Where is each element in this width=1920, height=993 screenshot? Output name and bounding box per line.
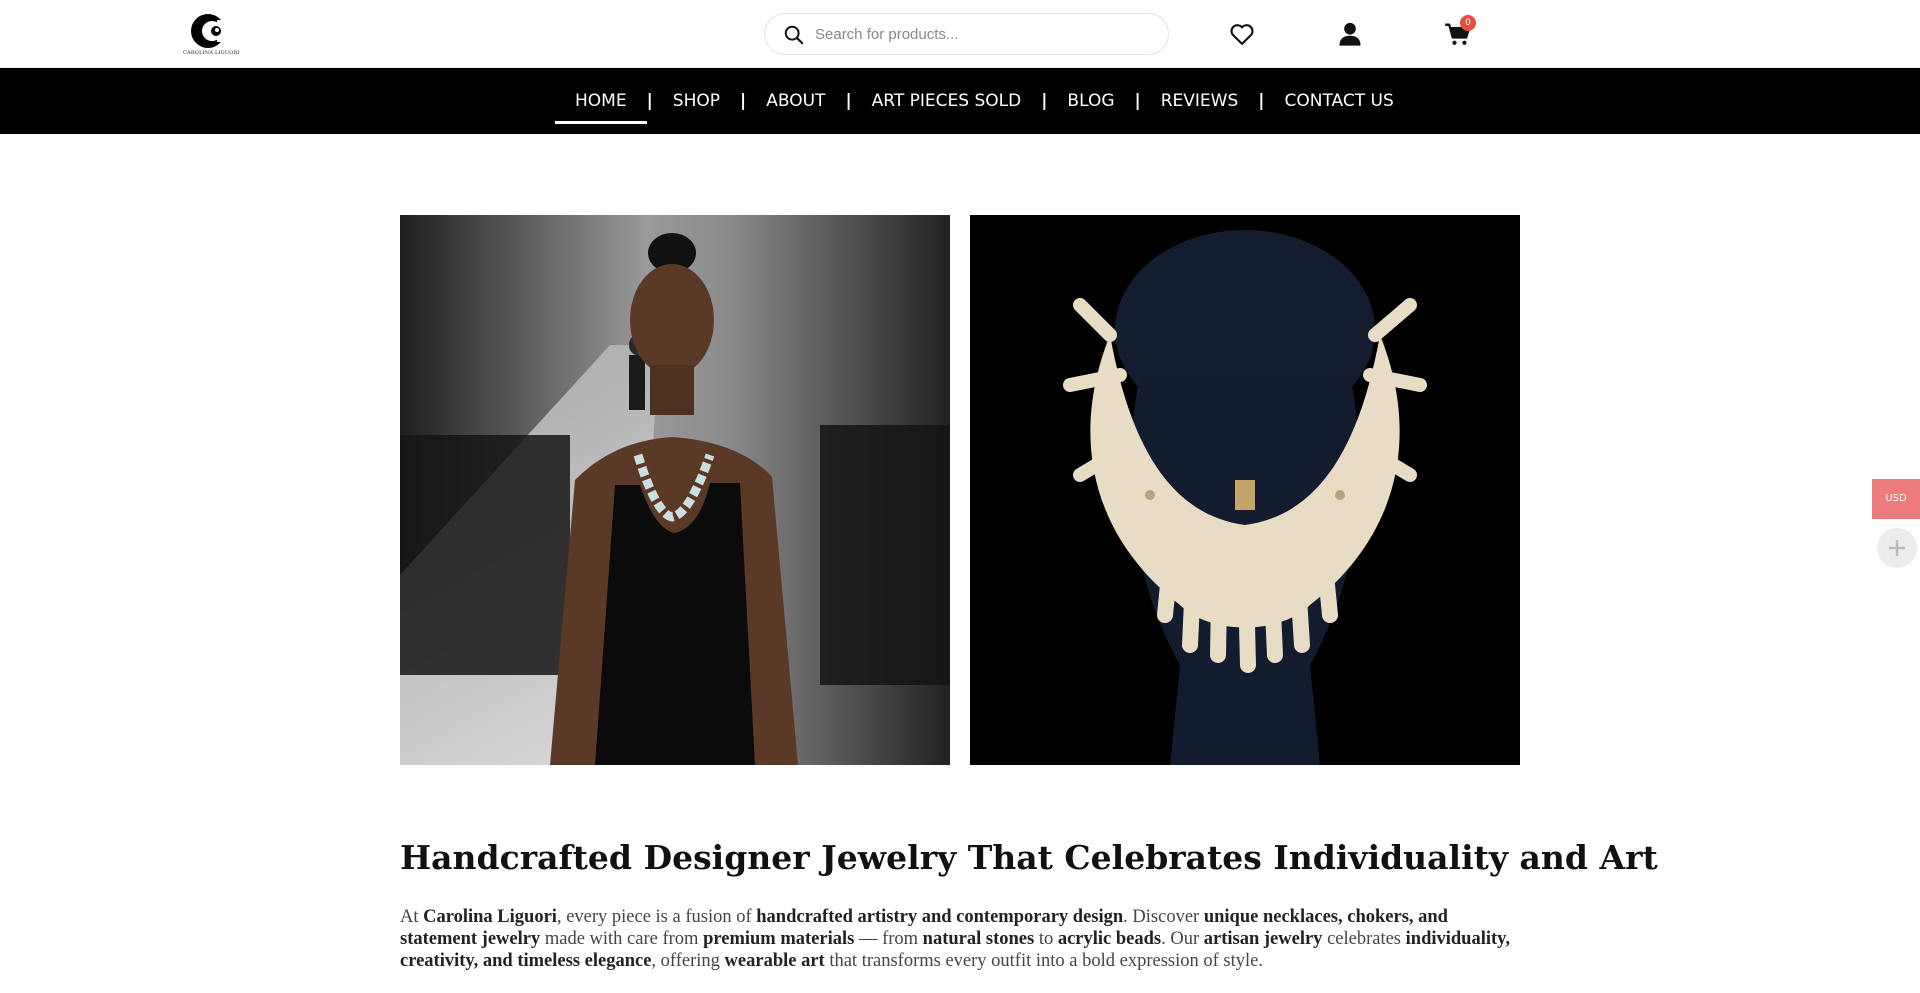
intro-bold: wearable art	[724, 951, 825, 971]
intro-text: , offering	[651, 951, 725, 971]
intro-bold: handcrafted artistry and contemporary de…	[756, 907, 1124, 927]
nav-item-shop[interactable]: SHOP	[653, 68, 740, 134]
heart-icon[interactable]	[1228, 20, 1256, 48]
intro-text: that transforms every outfit into a bold…	[824, 951, 1263, 971]
coral-necklace-image	[970, 215, 1520, 765]
logo-text: CAROLINA LIGUORI	[183, 50, 240, 56]
runway-model-image	[400, 215, 950, 765]
plus-icon	[1888, 539, 1906, 557]
brand-name-link: Carolina Liguori	[423, 907, 557, 927]
logo-mark-icon	[191, 14, 233, 48]
nav-item-reviews[interactable]: REVIEWS	[1141, 68, 1259, 134]
cart-count-badge: 0	[1460, 15, 1476, 31]
intro-bold: acrylic beads	[1057, 929, 1162, 949]
nav-item-blog[interactable]: BLOG	[1047, 68, 1134, 134]
hero-headline: Handcrafted Designer Jewelry That Celebr…	[400, 838, 1658, 877]
intro-text: , every piece is a fusion of	[556, 907, 757, 927]
site-header: CAROLINA LIGUORI 0	[0, 0, 1920, 68]
nav-item-home[interactable]: HOME	[555, 68, 647, 134]
search-icon[interactable]	[783, 24, 805, 46]
main-navigation: HOME | SHOP | ABOUT | ART PIECES SOLD | …	[0, 68, 1920, 134]
intro-text: made with care from	[540, 929, 704, 949]
intro-text: . Discover	[1123, 907, 1204, 927]
site-logo[interactable]: CAROLINA LIGUORI	[183, 12, 240, 56]
user-icon[interactable]	[1336, 20, 1364, 48]
expand-button[interactable]	[1877, 528, 1917, 568]
hero-intro-paragraph: At Carolina Liguori, every piece is a fu…	[400, 906, 1510, 972]
intro-text: to	[1034, 929, 1058, 949]
intro-bold: premium materials	[703, 929, 855, 949]
intro-bold: natural stones	[922, 929, 1035, 949]
search-input[interactable]	[815, 15, 1155, 53]
nav-item-about[interactable]: ABOUT	[746, 68, 845, 134]
intro-text: At	[400, 907, 424, 927]
intro-bold: artisan jewelry	[1203, 929, 1323, 949]
intro-text: celebrates	[1322, 929, 1406, 949]
search-bar[interactable]	[764, 13, 1169, 55]
intro-text: . Our	[1161, 929, 1204, 949]
nav-list: HOME | SHOP | ABOUT | ART PIECES SOLD | …	[555, 68, 1414, 134]
currency-switcher[interactable]: USD	[1872, 479, 1920, 519]
nav-item-contact-us[interactable]: CONTACT US	[1265, 68, 1414, 134]
nav-item-art-pieces-sold[interactable]: ART PIECES SOLD	[852, 68, 1042, 134]
intro-text: — from	[854, 929, 923, 949]
